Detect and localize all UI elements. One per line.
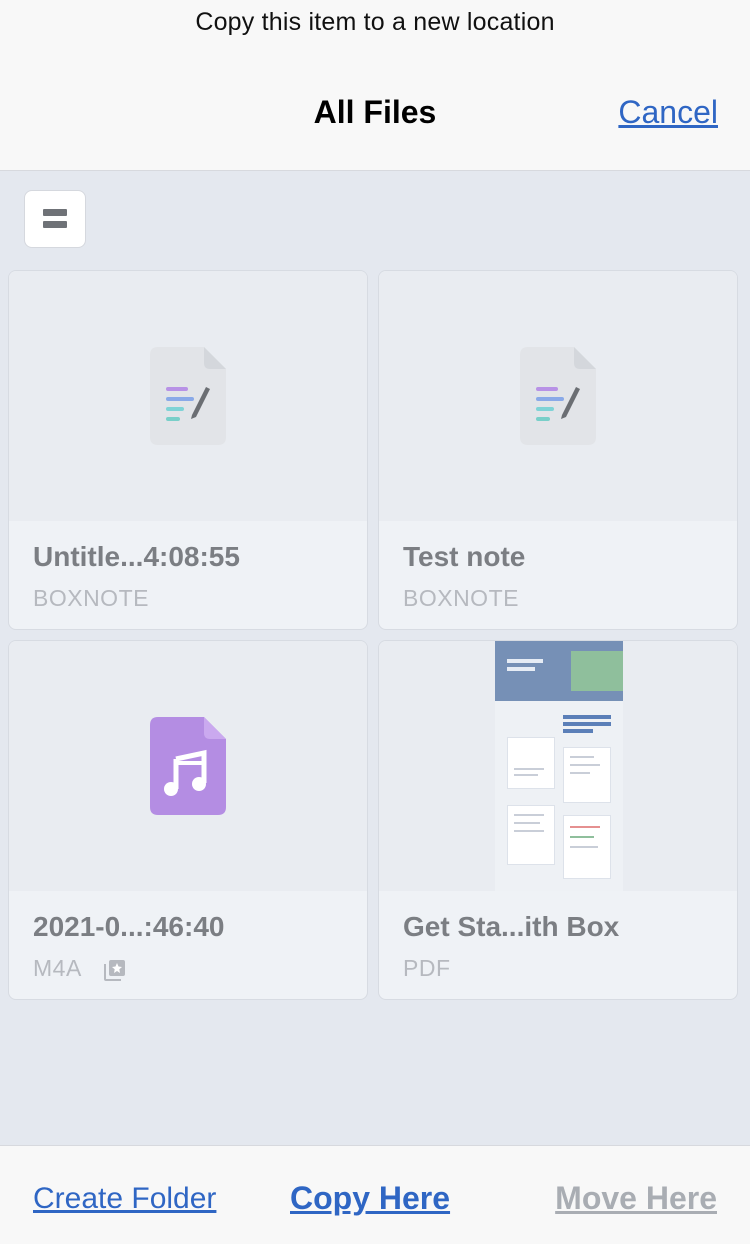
list-view-icon [43,209,67,229]
copy-location-screen: Copy this item to a new location All Fil… [0,0,750,1244]
pdf-banner [495,641,623,701]
file-name: Get Sta...ith Box [403,911,620,942]
file-thumbnail [9,271,367,521]
file-name: Test note [403,541,526,572]
file-card[interactable]: 2021-0...:46:40 M4A [8,640,368,1000]
file-thumbnail [379,271,737,521]
copy-here-button[interactable]: Copy Here [290,1180,450,1217]
boxnote-icon [520,347,596,445]
file-card[interactable]: Test note BOXNOTE [378,270,738,630]
audio-file-icon [150,717,226,815]
copy-prompt: Copy this item to a new location [195,8,555,36]
pdf-panel [507,805,555,865]
pdf-panel [563,815,611,879]
file-thumbnail [379,641,737,891]
pdf-panel [507,737,555,789]
file-card[interactable]: Get Sta...ith Box PDF [378,640,738,1000]
file-type: BOXNOTE [403,585,519,611]
cancel-button[interactable]: Cancel [618,94,718,131]
bottom-action-bar: Create Folder Copy Here Move Here [0,1145,750,1244]
pdf-heading [563,715,611,736]
pdf-thumbnail [495,641,623,891]
file-name: Untitle...4:08:55 [33,541,240,572]
view-toggle-button[interactable] [24,190,86,248]
file-type: M4A [33,955,82,981]
file-type: PDF [403,955,451,981]
shared-collection-icon [104,960,125,981]
file-type: BOXNOTE [33,585,149,611]
file-thumbnail [9,641,367,891]
header: Copy this item to a new location All Fil… [0,0,750,171]
create-folder-button[interactable]: Create Folder [33,1182,216,1216]
pdf-panel [563,747,611,803]
boxnote-icon [150,347,226,445]
move-here-button[interactable]: Move Here [555,1180,717,1217]
file-name: 2021-0...:46:40 [33,911,225,942]
file-card[interactable]: Untitle...4:08:55 BOXNOTE [8,270,368,630]
